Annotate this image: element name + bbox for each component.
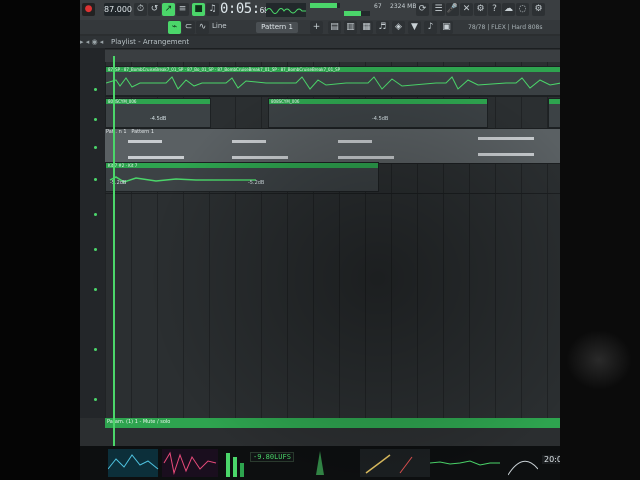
settings-icon[interactable]: ⚙ [532,3,545,16]
eq-curve [508,460,538,476]
right-black-bar [560,0,640,480]
track-headers [80,48,105,418]
browser-icon[interactable]: ♬ [376,21,389,34]
memory-value: 2324 MB [390,3,417,10]
mic-icon[interactable]: 🎤 [446,3,459,16]
graph-icon[interactable]: ∿ [196,21,209,34]
playlist-icon[interactable]: ⟳ [416,3,429,16]
pattern-note [128,156,184,159]
track-mute-dot[interactable] [94,248,97,251]
clip-gain: -4.5dB [150,116,167,122]
new-pattern-icon[interactable]: + [310,21,323,34]
cpu-meter [344,11,370,16]
pattern-note [128,140,162,143]
tools-icon[interactable]: ✕ [460,3,473,16]
track-mute-dot[interactable] [94,178,97,181]
track-mute-dot[interactable] [94,348,97,351]
pattern-note [478,153,534,156]
pattern-note [338,156,394,159]
magnet-icon[interactable]: ⊂ [182,21,195,34]
track-mute-dot[interactable] [94,288,97,291]
plugin-picker-icon[interactable]: ◈ [392,21,405,34]
song-time: 0:05:68 [220,1,269,17]
online-icon[interactable]: ☁ [502,3,515,16]
snap-icon[interactable]: ⌁ [168,21,181,34]
audio-clip[interactable] [548,98,560,128]
track-mute-dot[interactable] [94,118,97,121]
touch-keyboard-icon[interactable]: ▼ [408,21,421,34]
track-mute-dot[interactable] [94,146,97,149]
pattern-note [232,140,266,143]
toolbar: ● 87.000 ⏱ ↺ ↗ ≡ ■ ♫ 0:05:68 67 2324 MB … [80,0,560,21]
mixer-icon[interactable]: ▤ [328,21,341,34]
audio-clip[interactable]: 808SCYM_006 [105,98,211,128]
clock-readout: 20:0 [542,455,560,464]
piano-roll-icon[interactable]: ☰ [432,3,445,16]
spectrum-analyzer [108,449,218,477]
record-icon[interactable]: ● [82,3,95,16]
video-icon[interactable]: ▣ [440,21,453,34]
waveform [105,76,560,90]
vu-meter [360,449,430,477]
countdown-icon[interactable]: ↗ [162,3,175,16]
pattern-note [232,156,288,159]
piano-icon[interactable]: ▦ [360,21,373,34]
master-volume-meter [310,3,340,8]
channel-rack-icon[interactable]: ▥ [344,21,357,34]
track-mute-dot[interactable] [94,398,97,401]
cpu-value: 67 [374,3,382,10]
level-meters [226,453,244,477]
chat-icon[interactable]: ◌ [516,3,529,16]
track-mute-dot[interactable] [94,88,97,91]
audio-clip[interactable]: Kit 7 #2 · Kit 7 [105,162,379,192]
automation-clip[interactable] [105,418,560,428]
waveform [109,176,256,183]
loop-record-icon[interactable]: ≡ [176,3,189,16]
blend-icon[interactable]: ♫ [206,3,219,16]
playlist-menu-icons[interactable]: ▸ ◂ ◉ ◂ [80,38,103,46]
step-edit-icon[interactable]: ■ [192,3,205,16]
clip-gain: -5.2dB [248,180,265,186]
track-mute-dot[interactable] [94,213,97,216]
audio-clip[interactable]: 808SCYM_006 [268,98,488,128]
left-black-bar [0,0,80,480]
fl-studio-window: ● 87.000 ⏱ ↺ ↗ ≡ ■ ♫ 0:05:68 67 2324 MB … [80,0,560,480]
stem-icon[interactable]: ♪ [424,21,437,34]
plugin-icon[interactable]: ⚙ [474,3,487,16]
hint-bar: 78/78 | FLEX | Hard 808s [468,24,543,31]
lufs-readout: -9.80LUFS [250,452,294,462]
metronome-icon[interactable]: ⏱ [134,3,147,16]
playhead[interactable] [113,56,115,446]
vectorscope [316,451,324,475]
clip-gain: -4.5dB [372,116,389,122]
pattern-note [478,137,534,140]
pattern-note [338,140,372,143]
oscilloscope [265,3,306,17]
automation-label: Param. (1) 1 - Mute / solo [107,419,171,425]
help-icon[interactable]: ? [488,3,501,16]
playlist-title: Playlist - Arrangement [111,38,190,46]
wait-icon[interactable]: ↺ [148,3,161,16]
snap-select[interactable]: Line [212,22,227,30]
tempo-display[interactable]: 87.000 [104,3,132,16]
pattern-selector[interactable]: Pattern 1 [256,22,298,33]
audio-clip[interactable]: 87_SP · 87_BombCruiseBreak7_01_SP · 87_B… [105,66,560,96]
oscilloscope-bottom [430,460,500,466]
